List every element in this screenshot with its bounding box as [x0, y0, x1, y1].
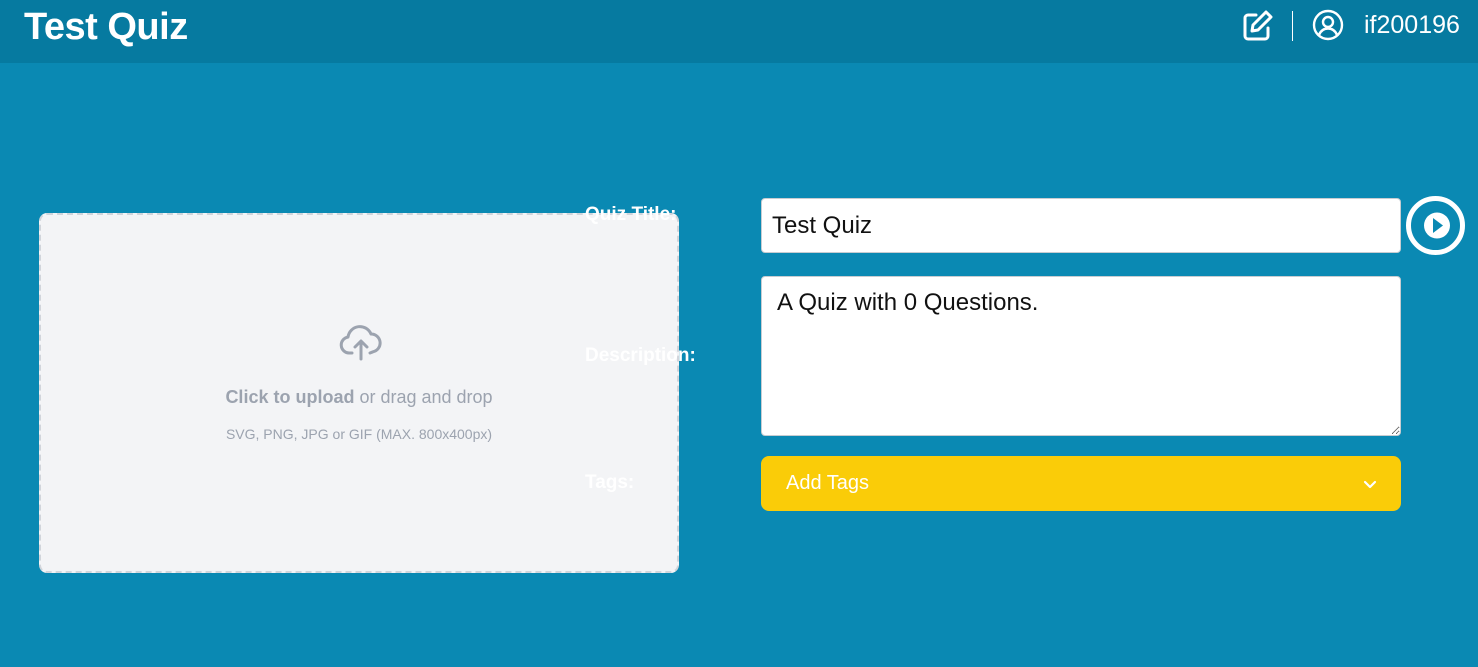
description-label: Description: — [585, 345, 696, 366]
play-quiz-button[interactable] — [1405, 195, 1466, 256]
upload-cta: Click to upload — [225, 387, 355, 407]
top-bar: Test Quiz if200196 — [0, 0, 1478, 63]
edit-icon[interactable] — [1240, 9, 1274, 43]
header-divider — [1292, 11, 1293, 41]
quiz-title-input[interactable] — [761, 198, 1401, 253]
image-upload-dropzone[interactable]: Click to upload or drag and drop SVG, PN… — [39, 213, 679, 573]
chevron-down-icon — [1361, 475, 1379, 493]
add-tags-label: Add Tags — [786, 472, 870, 494]
description-textarea[interactable]: A Quiz with 0 Questions. — [761, 276, 1401, 436]
upload-file-types-hint: SVG, PNG, JPG or GIF (MAX. 800x400px) — [225, 426, 493, 442]
user-profile-icon[interactable] — [1312, 9, 1344, 41]
page-title: Test Quiz — [24, 6, 188, 48]
quiz-title-label: Quiz Title: — [585, 204, 677, 225]
upload-instruction: Click to upload or drag and drop — [41, 387, 677, 408]
cloud-upload-icon — [339, 323, 383, 363]
tags-label: Tags: — [585, 472, 635, 493]
username-link[interactable]: if200196 — [1364, 11, 1460, 40]
add-tags-dropdown[interactable]: Add Tags — [761, 456, 1401, 511]
upload-cta-rest: or drag and drop — [354, 387, 493, 407]
